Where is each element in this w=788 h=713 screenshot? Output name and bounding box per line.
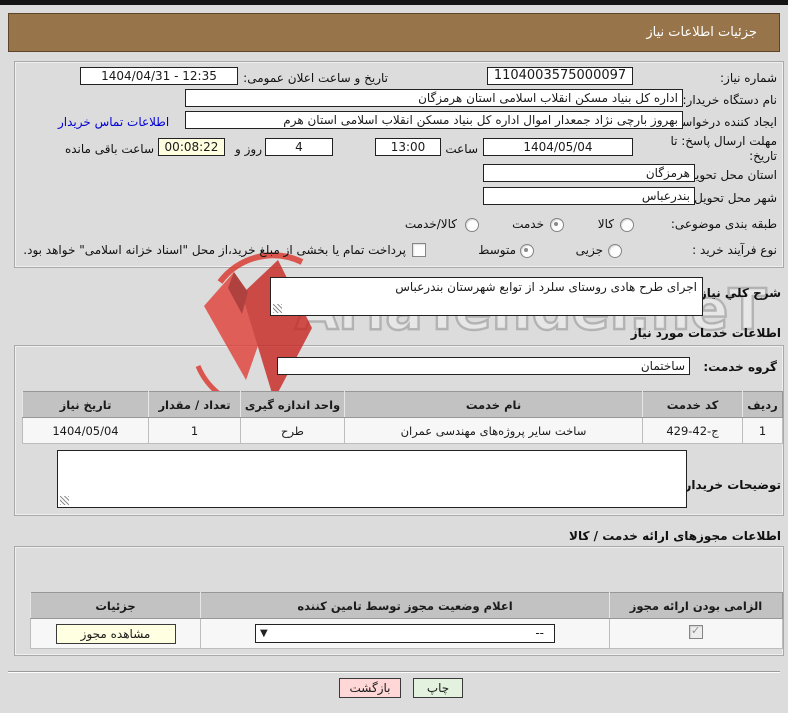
buyer-contact-link[interactable]: اطلاعات تماس خریدار (58, 115, 169, 129)
col-unit: واحد اندازه گیری (240, 391, 345, 418)
services-table-header-row: ردیف کد خدمت نام خدمت واحد اندازه گیری ت… (22, 391, 783, 418)
hours-remaining-field: 00:08:22 (158, 138, 225, 156)
reply-deadline-label-line2: تاریخ: (749, 149, 777, 163)
col-need-date: تاریخ نیاز (22, 391, 149, 418)
service-group-field[interactable]: ساختمان (277, 357, 690, 375)
license-row: -- ▼ مشاهده مجوز (30, 618, 783, 649)
subject-classification-label: طبقه بندی موضوعی: (670, 217, 777, 231)
page-title: جزئیات اطلاعات نیاز (8, 13, 780, 52)
services-section-header: اطلاعات خدمات مورد نیاز (630, 326, 781, 340)
col-license-required: الزامی بودن ارائه مجوز (609, 592, 783, 619)
general-description-value: اجرای طرح هادی روستای سلرد از توابع شهرس… (395, 280, 697, 294)
buyer-notes-textarea[interactable] (57, 450, 687, 508)
back-button[interactable]: بازگشت (339, 678, 401, 698)
col-service-code: کد خدمت (642, 391, 743, 418)
service-row-index: 1 (742, 417, 783, 444)
days-remaining-field[interactable]: 4 (265, 138, 333, 156)
request-creator-label: ایجاد کننده درخواست: (666, 115, 777, 129)
tender-details-page: AriaTender.neT جزئیات اطلاعات نیاز شماره… (0, 0, 788, 713)
service-row-qty: 1 (148, 417, 241, 444)
service-row-date: 1404/05/04 (22, 417, 149, 444)
radio-goods-service[interactable] (465, 218, 479, 232)
service-row-code: 429-42-ج (642, 417, 743, 444)
licenses-section-header: اطلاعات مجوزهای ارائه خدمت / کالا (569, 529, 781, 543)
licenses-table: الزامی بودن ارائه مجوز اعلام وضعیت مجوز … (30, 592, 783, 649)
print-button[interactable]: چاپ (413, 678, 463, 698)
buyer-org-field[interactable]: اداره کل بنیاد مسکن انقلاب اسلامی استان … (185, 89, 683, 107)
announce-datetime-label: تاریخ و ساعت اعلان عمومی: (243, 71, 388, 85)
resize-grip-icon[interactable] (273, 304, 282, 313)
col-service-name: نام خدمت (344, 391, 643, 418)
service-row-unit: طرح (240, 417, 345, 444)
treasury-payment-note: پرداخت تمام یا بخشی از مبلغ خرید،از محل … (23, 243, 406, 257)
delivery-province-label: استان محل تحویل: (682, 168, 777, 182)
need-number-label: شماره نیاز: (720, 71, 777, 85)
radio-goods[interactable] (620, 218, 634, 232)
delivery-city-field[interactable]: بندرعباس (483, 187, 695, 205)
need-number-field[interactable]: 1104003575000097 (487, 67, 633, 85)
announce-datetime-field[interactable]: 1404/04/31 - 12:35 (80, 67, 238, 85)
buyer-org-label: نام دستگاه خریدار: (682, 93, 778, 107)
hours-remaining-label: ساعت باقی مانده (64, 142, 154, 156)
deadline-date-field[interactable]: 1404/05/04 (483, 138, 633, 156)
radio-partial-label: جزیی (575, 243, 603, 257)
request-creator-field[interactable]: بهروز بارچی نژاد جمعدار اموال اداره کل ب… (185, 111, 683, 129)
radio-medium[interactable] (520, 244, 534, 258)
license-status-dropdown[interactable]: -- ▼ (255, 624, 555, 643)
license-required-cell (609, 618, 783, 649)
radio-goods-service-label: کالا/خدمت (404, 217, 457, 231)
license-status-value: -- (535, 626, 544, 640)
deadline-time-field[interactable]: 13:00 (375, 138, 441, 156)
radio-service-label: خدمت (512, 217, 544, 231)
general-description-textarea[interactable]: اجرای طرح هادی روستای سلرد از توابع شهرس… (270, 277, 703, 316)
service-row: 1 429-42-ج ساخت سایر پروژه‌های مهندسی عم… (22, 417, 783, 444)
hour-label: ساعت (445, 142, 478, 156)
treasury-payment-checkbox[interactable] (412, 243, 426, 257)
days-and-label: روز و (235, 142, 262, 156)
license-details-cell: مشاهده مجوز (30, 618, 201, 649)
license-required-checkbox (689, 624, 703, 639)
radio-medium-label: متوسط (478, 243, 516, 257)
delivery-province-field[interactable]: هرمزگان (483, 164, 695, 182)
services-table: ردیف کد خدمت نام خدمت واحد اندازه گیری ت… (22, 391, 783, 444)
licenses-table-header-row: الزامی بودن ارائه مجوز اعلام وضعیت مجوز … (30, 592, 783, 619)
service-group-label: گروه خدمت: (703, 360, 777, 374)
radio-service[interactable] (550, 218, 564, 232)
license-status-cell: -- ▼ (200, 618, 610, 649)
reply-deadline-label-line1: مهلت ارسال پاسخ: تا (670, 134, 777, 148)
buyer-notes-label: توضیحات خریدار: (679, 478, 781, 492)
radio-partial[interactable] (608, 244, 622, 258)
col-quantity: تعداد / مقدار (148, 391, 241, 418)
view-license-button[interactable]: مشاهده مجوز (55, 623, 176, 644)
footer-divider (8, 671, 780, 673)
col-row-index: ردیف (742, 391, 783, 418)
col-license-details: جزئیات (30, 592, 201, 619)
radio-goods-label: کالا (597, 217, 614, 231)
top-black-strip (0, 0, 788, 5)
delivery-city-label: شهر محل تحویل: (690, 191, 777, 205)
col-license-status: اعلام وضعیت مجوز توسط تامین کننده (200, 592, 610, 619)
chevron-down-icon: ▼ (260, 628, 268, 639)
general-description-label: شرح کلي نیاز: (695, 286, 781, 300)
service-row-name: ساخت سایر پروژه‌های مهندسی عمران (344, 417, 643, 444)
purchase-process-label: نوع فرآیند خرید : (692, 243, 777, 257)
resize-grip-icon[interactable] (60, 496, 69, 505)
